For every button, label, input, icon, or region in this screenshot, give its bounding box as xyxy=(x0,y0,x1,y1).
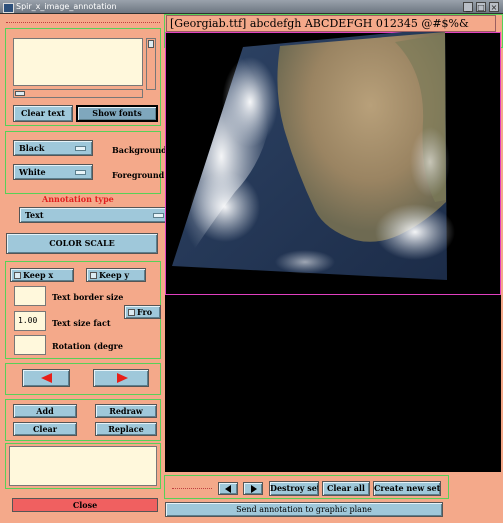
next-button[interactable] xyxy=(93,369,149,387)
text-horizontal-scrollbar[interactable] xyxy=(13,89,143,98)
add-button[interactable]: Add xyxy=(13,404,77,418)
checkbox-indicator xyxy=(14,272,21,279)
checkbox-indicator xyxy=(90,272,97,279)
vscroll-thumb[interactable] xyxy=(148,40,154,48)
background-color-value: Black xyxy=(19,143,45,153)
cloud-mass xyxy=(190,172,260,242)
destroy-set-button[interactable]: Destroy set xyxy=(269,481,319,496)
maximize-button[interactable]: □ xyxy=(476,2,486,12)
annotation-type-value: Text xyxy=(25,210,44,220)
clear-text-button[interactable]: Clear text xyxy=(13,105,73,122)
background-color-select[interactable]: Black xyxy=(13,140,93,156)
keep-x-checkbox[interactable]: Keep x xyxy=(10,268,74,282)
close-button[interactable]: Close xyxy=(12,498,158,512)
annotation-type-label: Annotation type xyxy=(42,194,114,204)
cloud-mass xyxy=(375,204,455,260)
color-scale-button[interactable]: COLOR SCALE xyxy=(6,233,158,254)
right-arrow-icon xyxy=(117,373,128,383)
keep-y-label: Keep y xyxy=(99,270,129,280)
background-label: Background xyxy=(112,145,167,155)
foreground-color-select[interactable]: White xyxy=(13,164,93,180)
clear-all-button[interactable]: Clear all xyxy=(322,481,370,496)
text-border-size-input[interactable] xyxy=(14,286,46,306)
cloud-mass xyxy=(222,57,278,147)
text-vertical-scrollbar[interactable] xyxy=(146,38,156,90)
previous-button[interactable] xyxy=(22,369,70,387)
right-arrow-icon xyxy=(251,485,257,493)
satellite-image[interactable] xyxy=(165,32,501,295)
clear-button[interactable]: Clear xyxy=(13,422,77,436)
replace-button[interactable]: Replace xyxy=(95,422,157,436)
dropdown-indicator-icon xyxy=(75,146,86,151)
redraw-button[interactable]: Redraw xyxy=(95,404,157,418)
keep-x-label: Keep x xyxy=(23,270,54,280)
left-arrow-icon xyxy=(41,373,52,383)
dropdown-indicator-icon xyxy=(153,213,164,218)
text-border-size-label: Text border size xyxy=(52,292,124,302)
dropdown-indicator-icon xyxy=(75,170,86,175)
cloud-mass xyxy=(275,250,335,274)
rotation-input[interactable] xyxy=(14,335,46,355)
set-next-button[interactable] xyxy=(243,482,263,495)
text-size-factor-input[interactable]: 1.00 xyxy=(14,311,46,331)
send-annotation-button[interactable]: Send annotation to graphic plane xyxy=(165,502,443,517)
app-icon[interactable] xyxy=(3,3,14,13)
fro-label: Fro xyxy=(137,307,153,317)
font-sample-preview: [Georgiab.ttf] abcdefgh ABCDEFGH 012345 … xyxy=(166,15,496,32)
create-new-set-button[interactable]: Create new set xyxy=(373,481,441,496)
foreground-color-value: White xyxy=(19,167,46,177)
text-input-area[interactable] xyxy=(13,38,143,86)
foreground-label: Foreground xyxy=(112,170,165,180)
rotation-label: Rotation (degre xyxy=(52,341,123,351)
top-separator xyxy=(6,22,160,23)
text-size-factor-label: Text size fact xyxy=(52,318,111,328)
left-arrow-icon xyxy=(225,485,231,493)
toolbar-separator xyxy=(172,488,212,489)
keep-y-checkbox[interactable]: Keep y xyxy=(86,268,146,282)
window-title: Spir_x_image_annotation xyxy=(16,2,117,11)
close-window-button[interactable]: × xyxy=(489,2,499,12)
cloud-mass xyxy=(410,127,450,197)
checkbox-indicator xyxy=(128,309,135,316)
minimize-button[interactable]: _ xyxy=(463,2,473,12)
set-previous-button[interactable] xyxy=(218,482,238,495)
fro-checkbox[interactable]: Fro xyxy=(124,305,161,319)
hscroll-thumb[interactable] xyxy=(15,91,25,96)
annotation-type-select[interactable]: Text xyxy=(19,207,171,223)
show-fonts-button[interactable]: Show fonts xyxy=(76,105,158,122)
notes-textarea[interactable] xyxy=(9,446,157,486)
window-titlebar: Spir_x_image_annotation xyxy=(0,0,503,14)
